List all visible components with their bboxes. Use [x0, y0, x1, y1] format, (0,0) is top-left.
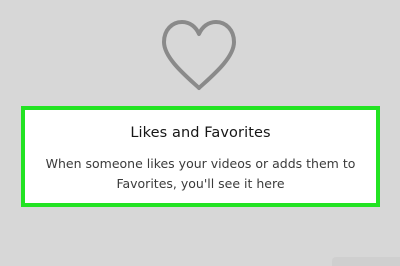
watermark-tab	[332, 257, 400, 266]
empty-state-title: Likes and Favorites	[130, 125, 271, 141]
empty-state-card: Likes and Favorites When someone likes y…	[21, 106, 380, 207]
empty-state-message: When someone likes your videos or adds t…	[45, 156, 356, 191]
notifications-screen: Likes and Favorites When someone likes y…	[0, 0, 400, 266]
heart-outline-icon	[162, 20, 236, 90]
